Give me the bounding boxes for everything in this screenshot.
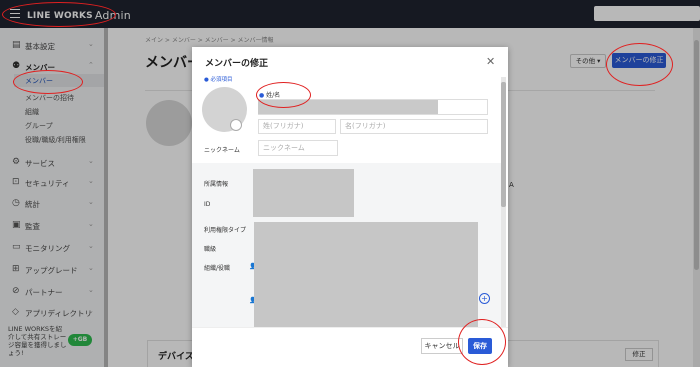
close-icon[interactable]: ✕ — [486, 55, 495, 68]
nickname-label: ニックネーム — [204, 147, 240, 154]
required-note: ● 必須項目 — [204, 77, 233, 83]
camera-icon[interactable] — [230, 119, 242, 131]
org-info-redacted — [254, 222, 478, 327]
edit-member-modal: メンバーの修正 ✕ ● 必須項目 ● 姓/名 姓(フリガナ) 名(フリガナ) ニ… — [192, 47, 508, 367]
affiliation-label: 所属情報 — [204, 181, 229, 188]
org-role-label: 組織/役職 — [204, 265, 231, 272]
first-name-kana-field[interactable]: 名(フリガナ) — [340, 119, 488, 134]
name-value-redacted — [258, 100, 438, 114]
modal-scrollbar-thumb[interactable] — [501, 82, 506, 207]
last-name-kana-field[interactable]: 姓(フリガナ) — [258, 119, 336, 134]
save-button[interactable]: 保存 — [468, 338, 492, 354]
modal-title: メンバーの修正 — [205, 59, 269, 69]
affiliation-id-redacted — [253, 169, 354, 217]
add-org-icon[interactable]: + — [479, 293, 490, 304]
id-label: ID — [204, 201, 211, 208]
cancel-button[interactable]: キャンセル — [421, 338, 463, 354]
nickname-field[interactable]: ニックネーム — [258, 140, 338, 156]
usage-type-label: 利用権限タイプ — [204, 227, 247, 234]
name-label-text: 姓/名 — [266, 92, 281, 99]
name-label: ● 姓/名 — [259, 92, 281, 99]
rank-label: 職級 — [204, 246, 217, 253]
